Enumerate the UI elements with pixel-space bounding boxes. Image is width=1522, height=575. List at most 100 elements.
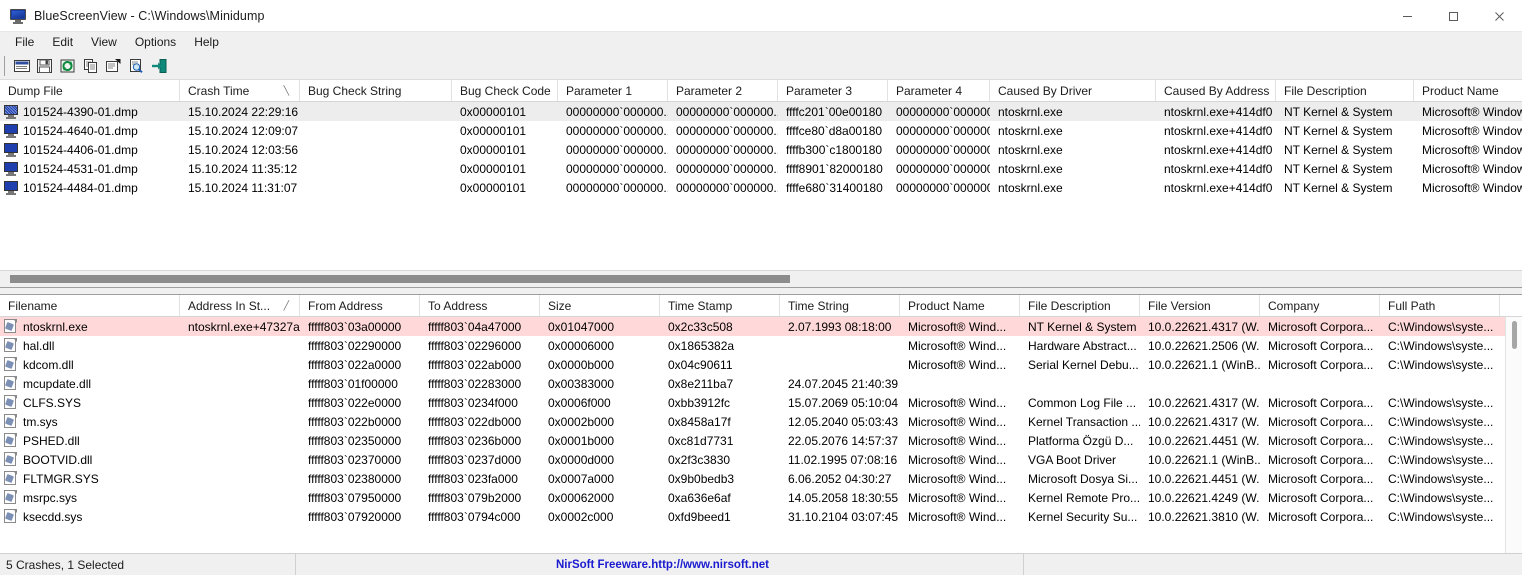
status-nirsoft: NirSoft Freeware. http://www.nirsoft.net [296,554,1024,575]
driver-list-header-4[interactable]: Size [540,295,660,316]
menu-file[interactable]: File [6,33,43,52]
driver-list-cell-product-name: Microsoft® Wind... [908,357,1007,372]
driver-list-header-8[interactable]: File Description [1020,295,1140,316]
select-dumps-icon[interactable] [10,54,33,77]
find-icon[interactable] [125,54,148,77]
driver-list-header-7[interactable]: Product Name [900,295,1020,316]
driver-list-cell-address-in-stack [180,431,300,450]
driver-list-header-9[interactable]: File Version [1140,295,1260,316]
properties-icon[interactable] [102,54,125,77]
nirsoft-label: NirSoft Freeware. [556,558,652,571]
nirsoft-url-link[interactable]: http://www.nirsoft.net [651,559,769,571]
hscroll-thumb[interactable] [10,275,790,283]
crash-list-header-6[interactable]: Parameter 3 [778,80,888,101]
driver-list-filename-cell: PSHED.dll [0,431,180,450]
driver-list-vscrollbar[interactable] [1505,317,1522,553]
crash-list-header-label: Dump File [8,84,63,98]
crash-list-header-9[interactable]: Caused By Address [1156,80,1276,101]
driver-list[interactable]: Filename Address In St... ╱ From Address To … [0,294,1522,553]
driver-list-row[interactable]: FLTMGR.SYS fffff803`02380000 fffff803`023f… [0,469,1522,488]
crash-list-cell-file-description: NT Kernel & System [1284,161,1393,176]
close-button[interactable] [1476,0,1522,32]
save-icon[interactable] [33,54,56,77]
menu-view[interactable]: View [82,33,126,52]
crash-list-row[interactable]: 101524-4484-01.dmp 15.10.2024 11:31:07 0x0… [0,178,1522,197]
crash-list-header-5[interactable]: Parameter 2 [668,80,778,101]
driver-list-cell-address-in-stack [180,469,300,488]
crash-list-cell-caused-by-address: ntoskrnl.exe+414df0 [1164,161,1273,176]
driver-list-cell-product-name: Microsoft® Wind... [908,490,1007,505]
crash-list-body[interactable]: 101524-4390-01.dmp 15.10.2024 22:29:16 0x0… [0,102,1522,270]
menu-edit[interactable]: Edit [43,33,82,52]
crash-list-dump-file-label: 101524-4390-01.dmp [23,104,138,119]
driver-list-row[interactable]: ksecdd.sys fffff803`07920000 fffff803`0794… [0,507,1522,526]
crash-list-cell-param4: 00000000`000000... [896,142,990,157]
driver-file-icon [4,433,17,448]
driver-list-row[interactable]: msrpc.sys fffff803`07950000 fffff803`079b2… [0,488,1522,507]
crash-list-row[interactable]: 101524-4406-01.dmp 15.10.2024 12:03:56 0x0… [0,140,1522,159]
driver-list-row[interactable]: mcupdate.dll fffff803`01f00000 fffff803`02… [0,374,1522,393]
driver-list-cell-company: Microsoft Corpora... [1268,414,1374,429]
menu-options[interactable]: Options [126,33,185,52]
driver-list-row[interactable]: ntoskrnl.exe ntoskrnl.exe+47327a fffff803`… [0,317,1522,336]
crash-list-hscrollbar[interactable] [0,270,1522,287]
driver-list-header-6[interactable]: Time String [780,295,900,316]
crash-list-header-8[interactable]: Caused By Driver [990,80,1156,101]
driver-list-header-label: File Description [1028,299,1111,313]
crash-list-header-11[interactable]: Product Name [1414,80,1522,101]
crash-list-cell-param2: 00000000`000000... [676,104,778,119]
driver-list-cell-time-stamp: 0x2f3c3830 [668,452,731,467]
crash-list-cell-param2: 00000000`000000... [676,123,778,138]
menu-help[interactable]: Help [185,33,228,52]
driver-list-body[interactable]: ntoskrnl.exe ntoskrnl.exe+47327a fffff803`… [0,317,1522,553]
crash-list-header-4[interactable]: Parameter 1 [558,80,668,101]
driver-list-cell-full-path: C:\Windows\syste... [1388,452,1494,467]
exit-icon[interactable] [148,54,171,77]
driver-list-filename-label: ksecdd.sys [23,509,83,524]
driver-list-row[interactable]: kdcom.dll fffff803`022a0000 fffff803`022ab… [0,355,1522,374]
driver-list-header-1[interactable]: Address In St... ╱ [180,295,300,316]
refresh-icon[interactable] [56,54,79,77]
toolbar-grip [4,55,7,76]
minimize-button[interactable] [1384,0,1430,32]
driver-list-cell-to-address: fffff803`0237d000 [428,452,522,467]
hscroll-track[interactable] [4,275,1518,283]
driver-list-header-11[interactable]: Full Path [1380,295,1500,316]
driver-list-cell-size: 0x0000d000 [548,452,615,467]
crash-list-cell-caused-by-address: ntoskrnl.exe+414df0 [1164,123,1273,138]
maximize-button[interactable] [1430,0,1476,32]
crash-list-row[interactable]: 101524-4531-01.dmp 15.10.2024 11:35:12 0x0… [0,159,1522,178]
driver-list-row[interactable]: tm.sys fffff803`022b0000 fffff803`022db000… [0,412,1522,431]
crash-dump-list[interactable]: Dump File Crash Time ╲ Bug Check String Bug … [0,80,1522,288]
driver-list-header-3[interactable]: To Address [420,295,540,316]
driver-list-header-5[interactable]: Time Stamp [660,295,780,316]
driver-list-row[interactable]: hal.dll fffff803`02290000 fffff803`0229600… [0,336,1522,355]
crash-list-header-1[interactable]: Crash Time ╲ [180,80,300,101]
driver-file-icon [4,395,17,410]
driver-list-row[interactable]: CLFS.SYS fffff803`022e0000 fffff803`0234f0… [0,393,1522,412]
crash-list-header-2[interactable]: Bug Check String [300,80,452,101]
crash-list-header-0[interactable]: Dump File [0,80,180,101]
driver-list-filename-label: CLFS.SYS [23,395,82,410]
crash-list-header-7[interactable]: Parameter 4 [888,80,990,101]
driver-file-icon [4,471,17,486]
crash-list-header-10[interactable]: File Description [1276,80,1414,101]
crash-list-dump-file-label: 101524-4640-01.dmp [23,123,138,138]
crash-list-dump-file-cell: 101524-4531-01.dmp [0,159,180,178]
copy-icon[interactable] [79,54,102,77]
crash-list-header-3[interactable]: Bug Check Code [452,80,558,101]
driver-list-cell-to-address: fffff803`022ab000 [428,357,522,372]
dump-file-icon [4,123,18,138]
crash-list-dump-file-cell: 101524-4406-01.dmp [0,140,180,159]
vscroll-thumb[interactable] [1512,321,1517,349]
driver-list-row[interactable]: BOOTVID.dll fffff803`02370000 fffff803`023… [0,450,1522,469]
driver-file-icon [4,376,17,391]
driver-list-row[interactable]: PSHED.dll fffff803`02350000 fffff803`0236b… [0,431,1522,450]
driver-list-header-10[interactable]: Company [1260,295,1380,316]
driver-list-header-0[interactable]: Filename [0,295,180,316]
driver-list-filename-label: mcupdate.dll [23,376,92,391]
crash-list-row[interactable]: 101524-4640-01.dmp 15.10.2024 12:09:07 0x0… [0,121,1522,140]
crash-list-row[interactable]: 101524-4390-01.dmp 15.10.2024 22:29:16 0x0… [0,102,1522,121]
crash-list-cell-caused-by-driver: ntoskrnl.exe [998,104,1063,119]
driver-list-header-2[interactable]: From Address [300,295,420,316]
